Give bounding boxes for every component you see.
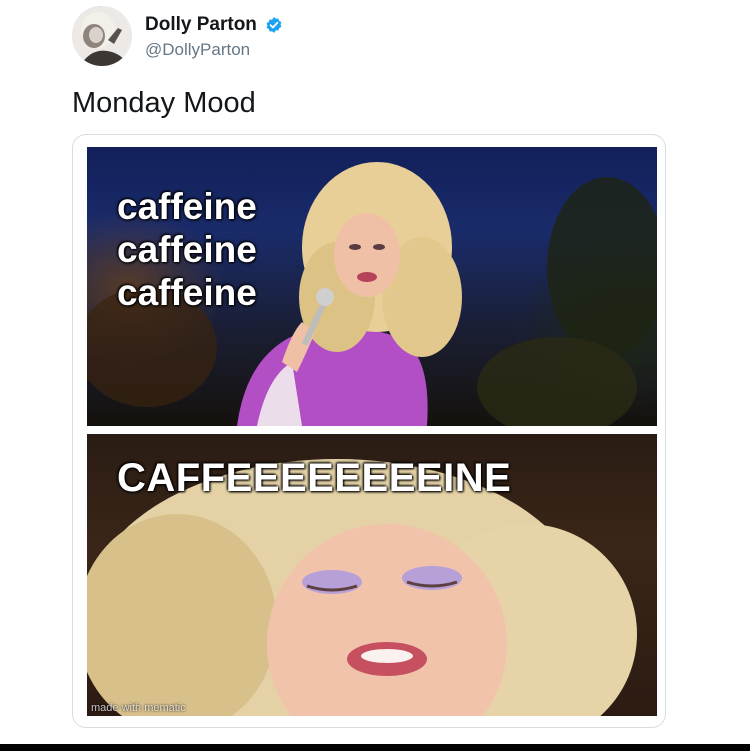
meme-caption-top: caffeine caffeine caffeine <box>117 185 257 314</box>
tweet-header: Dolly Parton @DollyParton <box>72 6 492 68</box>
author-display-name[interactable]: Dolly Parton <box>145 14 257 36</box>
avatar[interactable] <box>72 6 132 66</box>
tweet-text: Monday Mood <box>72 87 256 119</box>
author-names: Dolly Parton @DollyParton <box>145 14 283 61</box>
avatar-image <box>72 6 132 66</box>
verified-badge-icon <box>265 16 283 34</box>
caption-line-1: caffeine <box>117 186 257 227</box>
meme-panel-bottom: CAFFEEEEEEEEINE made with mematic <box>87 434 657 716</box>
meme-panel-top: caffeine caffeine caffeine <box>87 147 657 426</box>
author-handle[interactable]: @DollyParton <box>145 39 283 61</box>
caption-line-3: caffeine <box>117 272 257 313</box>
tweet-card: Dolly Parton @DollyParton Monday Mood ca… <box>0 0 750 751</box>
bottom-edge-bar <box>0 744 750 751</box>
tweet-media[interactable]: caffeine caffeine caffeine CAFFEEEEEEEEI… <box>72 134 666 728</box>
watermark: made with mematic <box>91 702 186 714</box>
meme-caption-bottom: CAFFEEEEEEEEINE <box>117 456 512 500</box>
caption-line-2: caffeine <box>117 229 257 270</box>
